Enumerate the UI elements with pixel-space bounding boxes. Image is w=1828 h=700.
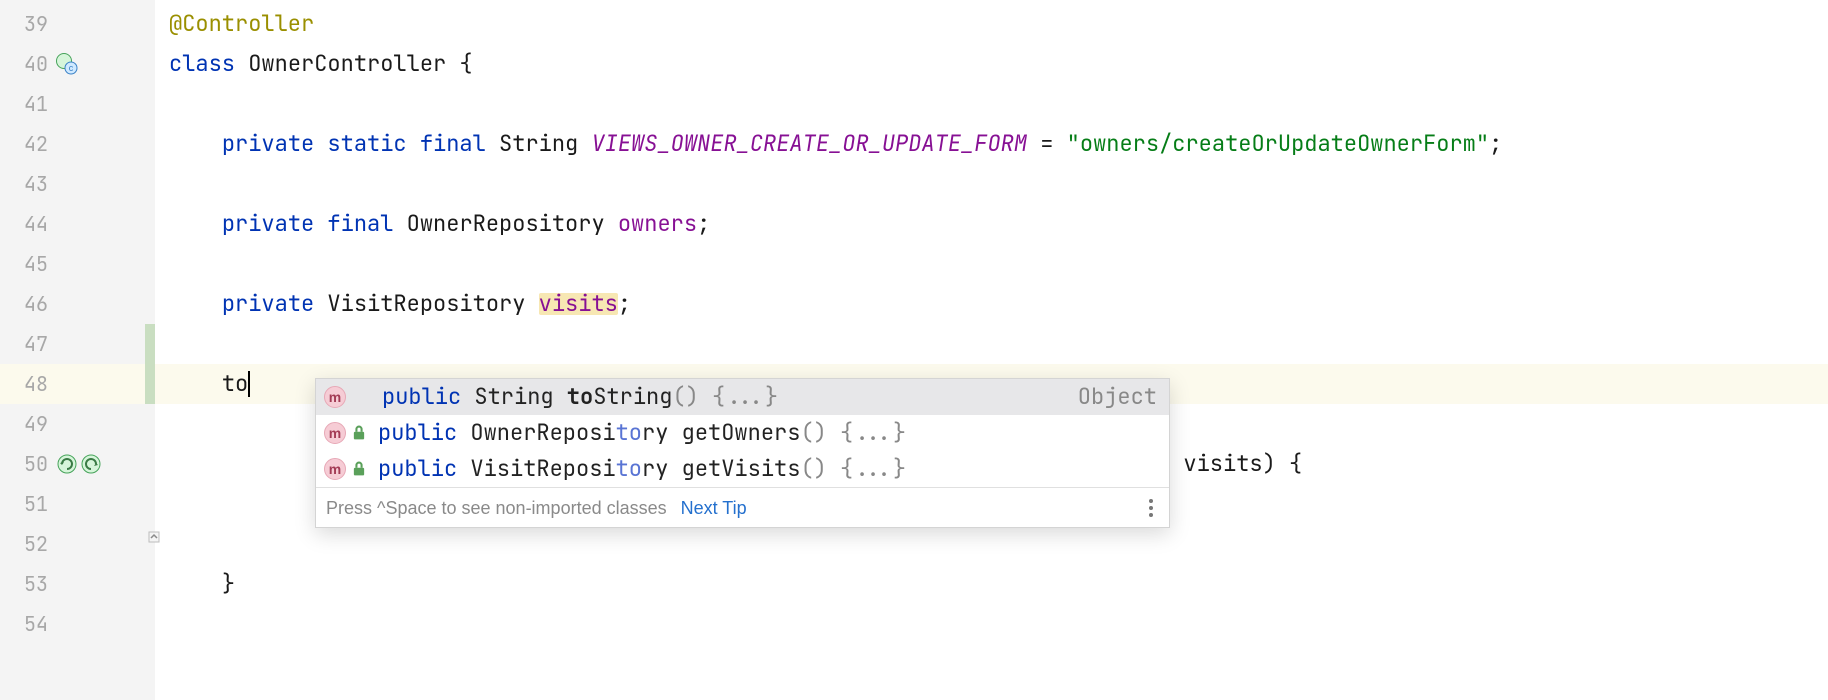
lineno: 39 [14, 14, 48, 34]
lineno: 45 [14, 254, 48, 274]
completion-signature: public String toString() {...} [382, 386, 778, 408]
gutter-line: 52 [0, 524, 155, 564]
recursive-call-icon[interactable] [80, 453, 102, 475]
code-line: @Controller [155, 4, 1828, 44]
lineno: 40 [14, 54, 48, 74]
completion-signature: public OwnerRepository getOwners() {...} [378, 422, 906, 444]
code-line [155, 524, 1828, 564]
code-line [155, 604, 1828, 644]
keyword: private [222, 133, 314, 155]
type: String [499, 133, 578, 155]
gutter-line: 50 [0, 444, 155, 484]
lineno: 53 [14, 574, 48, 594]
gutter-line: 44 [0, 204, 155, 244]
code-line [155, 164, 1828, 204]
code-line [155, 244, 1828, 284]
vcs-add-marker [145, 324, 155, 364]
keyword: final [420, 133, 486, 155]
lineno: 52 [14, 534, 48, 554]
brace: { [446, 53, 472, 75]
keyword: private [222, 293, 314, 315]
string-literal: "owners/createOrUpdateOwnerForm" [1067, 133, 1489, 155]
gutter-line: 40 c [0, 44, 155, 84]
code-line: class OwnerController { [155, 44, 1828, 84]
vcs-add-marker [145, 364, 155, 404]
lineno: 47 [14, 334, 48, 354]
recursive-call-icon[interactable] [56, 453, 78, 475]
gutter-line: 43 [0, 164, 155, 204]
autocomplete-footer: Press ^Space to see non-imported classes… [316, 487, 1169, 527]
semicolon: ; [618, 293, 631, 315]
next-tip-link[interactable]: Next Tip [681, 499, 747, 517]
lineno: 49 [14, 414, 48, 434]
svg-text:c: c [69, 63, 74, 73]
code-line [155, 84, 1828, 124]
lineno: 51 [14, 494, 48, 514]
lineno: 42 [14, 134, 48, 154]
autocomplete-item[interactable]: m public VisitRepository getVisits() {..… [316, 451, 1169, 487]
text-caret [248, 371, 250, 397]
completion-rtype: Object [1078, 386, 1157, 408]
gutter-line: 48 [0, 364, 155, 404]
code-area[interactable]: @Controller class OwnerController { priv… [155, 0, 1828, 700]
gutter-line: 46 [0, 284, 155, 324]
field: owners [618, 213, 697, 235]
method-icon: m [324, 458, 346, 480]
lineno: 48 [14, 374, 48, 394]
class-icon[interactable]: c [56, 53, 78, 75]
gutter-line: 51 [0, 484, 155, 524]
code-line: private static final String VIEWS_OWNER_… [155, 124, 1828, 164]
field-highlighted: visits [539, 293, 618, 315]
gutter: 39 40 c 41 42 43 44 45 46 47 48 49 50 [0, 0, 155, 700]
lineno: 46 [14, 294, 48, 314]
gutter-line: 45 [0, 244, 155, 284]
type: VisitRepository [327, 293, 525, 315]
method-icon: m [324, 422, 346, 444]
keyword: private [222, 213, 314, 235]
gutter-line: 42 [0, 124, 155, 164]
class-name: OwnerController [248, 53, 446, 75]
more-icon[interactable] [1143, 493, 1159, 523]
code-line: private VisitRepository visits; [155, 284, 1828, 324]
autocomplete-hint: Press ^Space to see non-imported classes [326, 499, 667, 517]
gutter-line: 47 [0, 324, 155, 364]
lock-icon [350, 424, 368, 442]
keyword: class [169, 53, 235, 75]
lineno: 44 [14, 214, 48, 234]
code-line: } [155, 564, 1828, 604]
fold-handle-icon[interactable] [147, 526, 161, 540]
type: OwnerRepository [407, 213, 605, 235]
code-line: private final OwnerRepository owners; [155, 204, 1828, 244]
gutter-line: 54 [0, 604, 155, 644]
brace: } [222, 573, 235, 595]
editor: 39 40 c 41 42 43 44 45 46 47 48 49 50 [0, 0, 1828, 700]
autocomplete-item[interactable]: m public String toString() {...} Object [316, 379, 1169, 415]
semicolon: ; [1489, 133, 1502, 155]
gutter-line: 39 [0, 4, 155, 44]
annotation: @Controller [169, 13, 314, 35]
semicolon: ; [697, 213, 710, 235]
lock-icon [350, 460, 368, 478]
gutter-line: 53 [0, 564, 155, 604]
autocomplete-popup: m public String toString() {...} Object … [315, 378, 1170, 528]
lineno: 41 [14, 94, 48, 114]
op-eq: = [1027, 133, 1067, 155]
constant: VIEWS_OWNER_CREATE_OR_UPDATE_FORM [591, 133, 1027, 155]
gutter-line: 49 [0, 404, 155, 444]
gutter-line: 41 [0, 84, 155, 124]
keyword: final [327, 213, 393, 235]
completion-signature: public VisitRepository getVisits() {...} [378, 458, 906, 480]
lineno: 54 [14, 614, 48, 634]
lineno: 50 [14, 454, 48, 474]
typed-text: to [222, 373, 248, 395]
lineno: 43 [14, 174, 48, 194]
keyword: static [327, 133, 406, 155]
autocomplete-item[interactable]: m public OwnerRepository getOwners() {..… [316, 415, 1169, 451]
method-icon: m [324, 386, 346, 408]
code-line [155, 324, 1828, 364]
